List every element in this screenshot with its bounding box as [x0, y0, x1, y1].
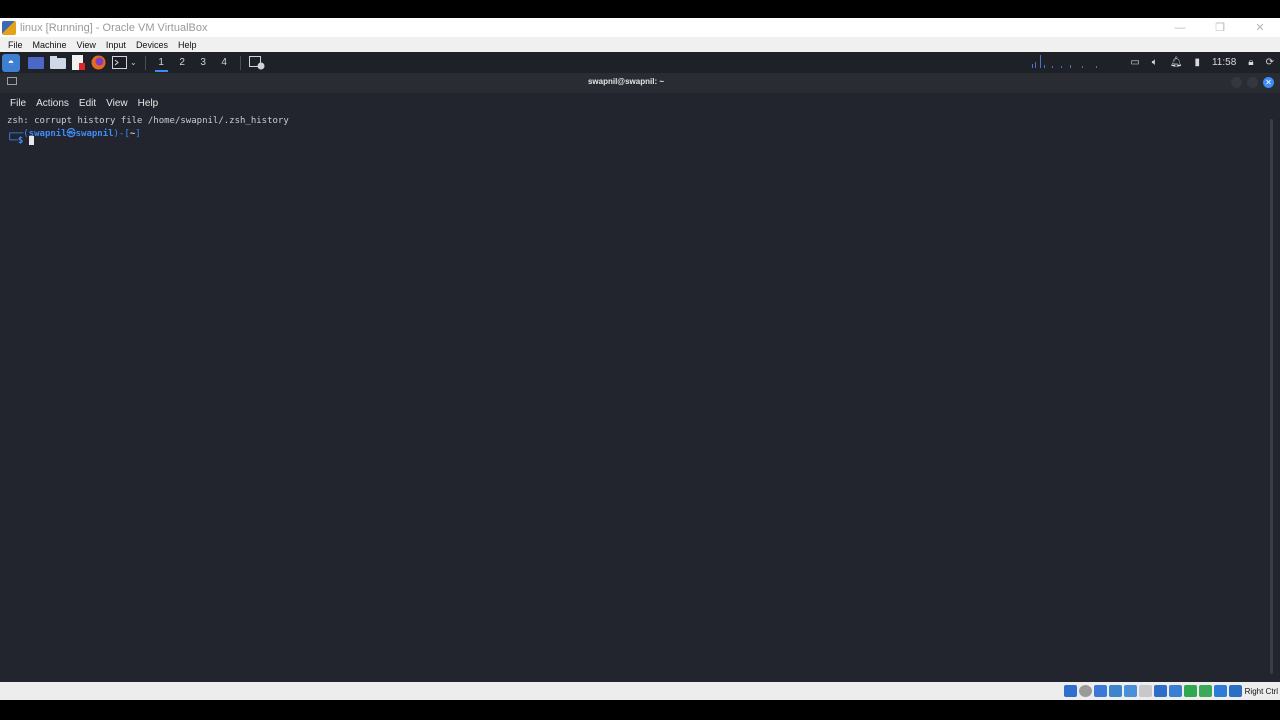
audio-icon[interactable] [1093, 685, 1107, 697]
hard-disk-icon[interactable] [1063, 685, 1077, 697]
shared-folders-icon[interactable] [1138, 685, 1152, 697]
menu-devices[interactable]: Devices [131, 40, 173, 50]
menu-view[interactable]: View [72, 40, 101, 50]
active-terminal-task-icon[interactable] [248, 55, 265, 71]
input-line[interactable]: └─$ [7, 136, 34, 146]
keyboard-capture-icon[interactable] [1228, 685, 1242, 697]
show-desktop-icon[interactable] [28, 55, 44, 71]
usb-icon[interactable] [1123, 685, 1137, 697]
terminal-minimize-button[interactable] [1231, 77, 1242, 88]
video-capture-icon[interactable] [1168, 685, 1182, 697]
xfce-top-panel: ◓ ⌄ 1 2 3 4 ▭ 🔈︎ 🔔︎ ▮ 11:58 🔒︎ ⟳ [0, 52, 1280, 73]
prompt-dir-close: ] [135, 129, 141, 139]
workspace-1[interactable]: 1 [151, 52, 172, 73]
terminal-titlebar[interactable]: swapnil@swapnil: ~ ✕ [0, 73, 1280, 93]
terminal-title: swapnil@swapnil: ~ [587, 77, 665, 86]
window-title: linux [Running] - Oracle VM VirtualBox [20, 21, 208, 34]
vbox-menubar: File Machine View Input Devices Help [0, 37, 1280, 52]
kali-menu-icon[interactable]: ◓ [2, 53, 20, 72]
cpu-graph-icon [1030, 54, 1114, 70]
guest-additions-icon[interactable] [1183, 685, 1197, 697]
system-tray: ▭ 🔈︎ 🔔︎ ▮ 11:58 🔒︎ ⟳ [1030, 52, 1280, 73]
panel-clock[interactable]: 11:58 [1212, 57, 1236, 68]
mouse-integration-icon[interactable] [1213, 685, 1227, 697]
chevron-down-icon[interactable]: ⌄ [130, 55, 137, 71]
firefox-icon[interactable] [91, 55, 106, 71]
lock-screen-icon[interactable]: 🔒︎ [1248, 57, 1253, 68]
text-cursor [28, 136, 34, 145]
prompt2-symbol: $ [17, 136, 24, 146]
restore-button[interactable]: ❐ [1200, 18, 1240, 37]
virtualbox-window: linux [Running] - Oracle VM VirtualBox —… [0, 18, 1280, 700]
virtualbox-app-icon [2, 20, 16, 35]
terminal-menubar: File Actions Edit View Help [0, 93, 1280, 113]
bottom-letterbox [0, 700, 1280, 720]
terminal-menu-edit[interactable]: Edit [74, 98, 101, 109]
menu-help[interactable]: Help [173, 40, 202, 50]
terminal-menu-actions[interactable]: Actions [31, 98, 74, 109]
prompt2-prefix: └─ [7, 136, 18, 146]
terminal-scrollbar[interactable] [1270, 119, 1273, 674]
menu-file[interactable]: File [3, 40, 28, 50]
terminal-launcher-icon[interactable] [112, 55, 127, 71]
notification-bell-icon[interactable]: 🔔︎ [1170, 57, 1183, 68]
terminal-menu-file[interactable]: File [5, 98, 31, 109]
close-button[interactable]: ✕ [1240, 18, 1280, 37]
cpu-activity-icon[interactable] [1198, 685, 1212, 697]
history-error-line: zsh: corrupt history file /home/swapnil/… [7, 116, 289, 126]
display-status-icon[interactable] [1153, 685, 1167, 697]
menu-input[interactable]: Input [101, 40, 131, 50]
menu-machine[interactable]: Machine [28, 40, 72, 50]
workspace-4[interactable]: 4 [214, 52, 235, 73]
prompt-user: swapnil㉿swapnil [28, 129, 114, 139]
text-editor-icon[interactable] [72, 55, 85, 71]
terminal-close-button[interactable]: ✕ [1263, 77, 1274, 88]
window-titlebar[interactable]: linux [Running] - Oracle VM VirtualBox —… [0, 18, 1280, 37]
prompt-dir-open: )-[ [113, 129, 130, 139]
optical-drive-icon[interactable] [1078, 685, 1092, 697]
terminal-output[interactable]: zsh: corrupt history file /home/swapnil/… [0, 113, 1280, 682]
display-icon[interactable]: ▭ [1130, 57, 1139, 68]
terminal-menu-view[interactable]: View [101, 98, 133, 109]
terminal-maximize-button[interactable] [1247, 77, 1258, 88]
workspace-3[interactable]: 3 [193, 52, 214, 73]
top-letterbox [0, 0, 1280, 18]
network-icon[interactable] [1108, 685, 1122, 697]
minimize-button[interactable]: — [1160, 18, 1200, 37]
workspace-2[interactable]: 2 [172, 52, 193, 73]
battery-icon[interactable]: ▮ [1194, 57, 1200, 68]
file-manager-icon[interactable] [50, 55, 66, 71]
logout-icon[interactable]: ⟳ [1266, 57, 1274, 68]
guest-screen[interactable]: ◓ ⌄ 1 2 3 4 ▭ 🔈︎ 🔔︎ ▮ 11:58 🔒︎ ⟳ swapnil… [0, 52, 1280, 682]
panel-separator [239, 55, 241, 70]
panel-separator [144, 55, 146, 70]
volume-icon[interactable]: 🔈︎ [1152, 57, 1158, 68]
host-key-label: Right Ctrl [1244, 686, 1278, 696]
vbox-statusbar: Right Ctrl [0, 682, 1280, 700]
terminal-menu-help[interactable]: Help [133, 98, 164, 109]
